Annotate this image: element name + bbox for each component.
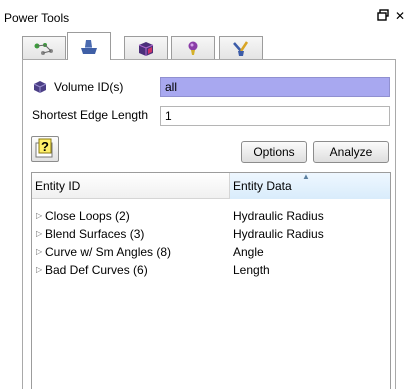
- entity-data: Length: [233, 263, 270, 277]
- volume-row: Volume ID(s): [32, 76, 123, 98]
- mesh-pin-icon: [188, 41, 198, 55]
- results-tree[interactable]: Entity ID Entity Data ▲ ▷ Close Loops (2…: [31, 172, 391, 389]
- restore-icon[interactable]: [376, 9, 390, 23]
- tab-cleanup[interactable]: [219, 36, 263, 60]
- tree-row[interactable]: ▷ Blend Surfaces (3) Hydraulic Radius: [32, 225, 390, 243]
- column-header-entity-data[interactable]: Entity Data: [230, 173, 390, 199]
- entity-id: Blend Surfaces (3): [45, 227, 145, 241]
- expand-arrow-icon[interactable]: ▷: [36, 247, 42, 256]
- volume-id-input[interactable]: all: [160, 77, 390, 97]
- geometry-icon: [81, 39, 97, 54]
- close-icon[interactable]: ✕: [393, 9, 407, 23]
- volume-id-label: Volume ID(s): [54, 80, 124, 94]
- shortest-edge-input[interactable]: 1: [160, 106, 390, 126]
- analyze-button[interactable]: Analyze: [313, 141, 389, 163]
- volume-cube-icon: [138, 41, 154, 56]
- entity-data: Hydraulic Radius: [233, 209, 324, 223]
- expand-arrow-icon[interactable]: ▷: [36, 211, 42, 220]
- title-bar: Power Tools ✕: [0, 0, 412, 28]
- expand-arrow-icon[interactable]: ▷: [36, 229, 42, 238]
- entity-data: Angle: [233, 245, 264, 259]
- sort-ascending-icon: ▲: [302, 172, 310, 181]
- tree-row[interactable]: ▷ Close Loops (2) Hydraulic Radius: [32, 207, 390, 225]
- entity-data: Hydraulic Radius: [233, 227, 324, 241]
- tab-geometry[interactable]: [67, 32, 111, 60]
- expand-arrow-icon[interactable]: ▷: [36, 265, 42, 274]
- options-button[interactable]: Options: [241, 141, 307, 163]
- entity-id: Curve w/ Sm Angles (8): [45, 245, 172, 259]
- entity-id: Close Loops (2): [45, 209, 130, 223]
- tab-mesh[interactable]: [171, 36, 215, 60]
- tab-node-network[interactable]: [22, 36, 66, 60]
- svg-text:?: ?: [41, 139, 49, 154]
- window-title: Power Tools: [4, 11, 70, 25]
- help-button[interactable]: ?: [31, 136, 59, 162]
- cleanup-tool-icon: [233, 40, 249, 56]
- tree-row[interactable]: ▷ Curve w/ Sm Angles (8) Angle: [32, 243, 390, 261]
- tree-header: Entity ID Entity Data ▲: [32, 172, 390, 199]
- tab-volume[interactable]: [124, 36, 168, 60]
- tree-row[interactable]: ▷ Bad Def Curves (6) Length: [32, 261, 390, 279]
- volume-cube-icon: [33, 81, 47, 93]
- help-icon: ?: [35, 138, 53, 158]
- node-network-icon: [34, 42, 53, 55]
- entity-id: Bad Def Curves (6): [45, 263, 148, 277]
- shortest-edge-label: Shortest Edge Length: [32, 108, 149, 122]
- column-header-entity-id[interactable]: Entity ID: [32, 173, 230, 199]
